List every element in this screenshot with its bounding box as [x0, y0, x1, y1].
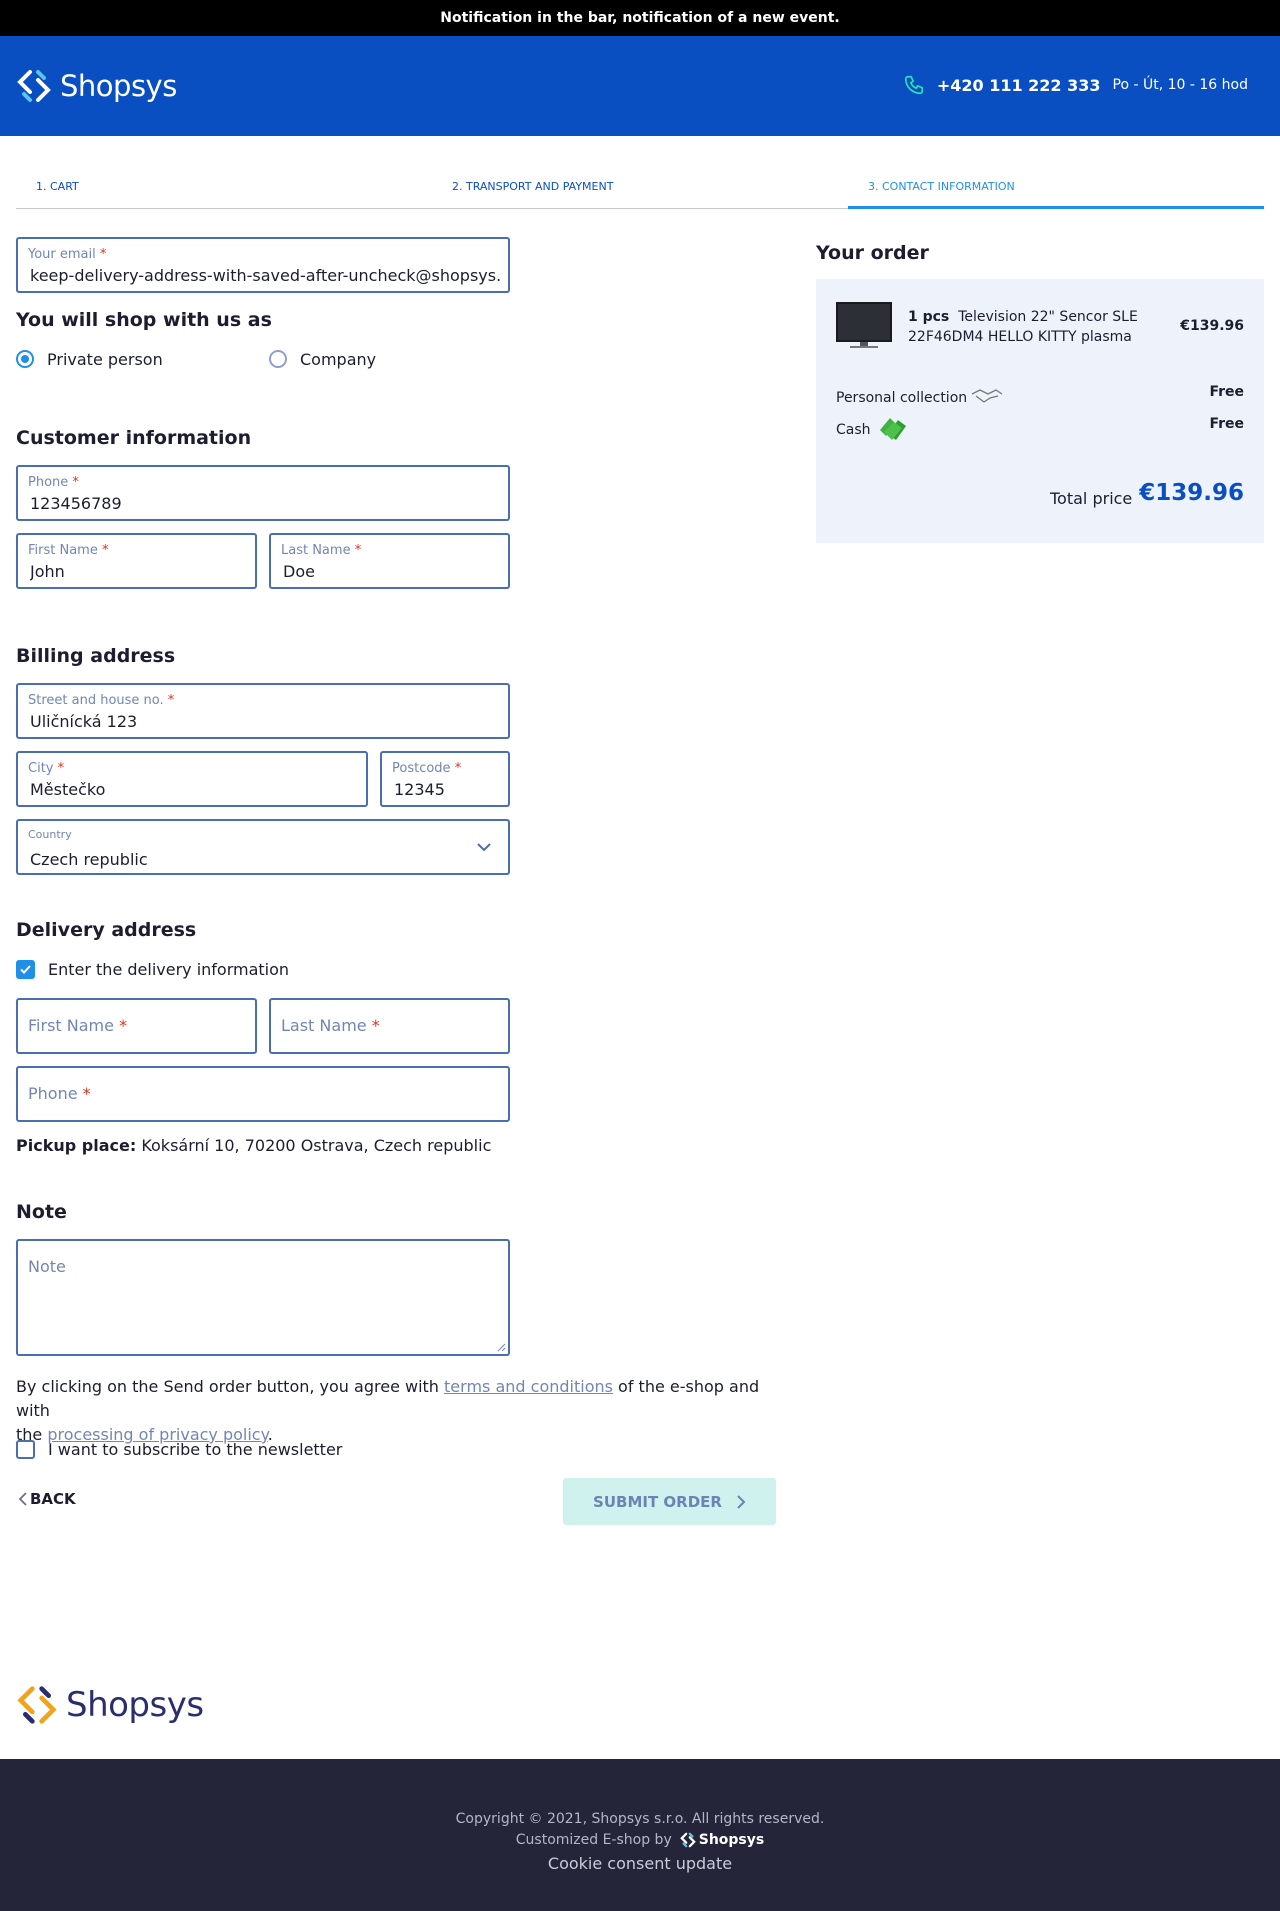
email-value: keep-delivery-address-with-saved-after-u…	[30, 266, 500, 285]
chevron-right-icon	[737, 1494, 746, 1509]
customized-by-text: Customized E-shop by	[515, 1832, 672, 1848]
step-cart[interactable]: 1. CART	[36, 180, 79, 193]
step-transport-payment[interactable]: 2. TRANSPORT AND PAYMENT	[452, 180, 613, 193]
street-field[interactable]: Street and house no. * Uličnícká 123	[16, 683, 510, 739]
city-value: Městečko	[30, 780, 106, 799]
submit-order-button[interactable]: SUBMIT ORDER	[563, 1478, 776, 1525]
chevron-down-icon	[477, 843, 491, 852]
shopsys-small-logo-icon	[679, 1832, 696, 1848]
newsletter-checkbox[interactable]	[16, 1440, 35, 1459]
radio-private-person-label[interactable]: Private person	[47, 350, 163, 369]
copyright-text: Copyright © 2021, Shopsys s.r.o. All rig…	[455, 1811, 825, 1827]
pickup-place-label: Pickup place:	[16, 1136, 137, 1155]
newsletter-label[interactable]: I want to subscribe to the newsletter	[48, 1440, 342, 1459]
note-title: Note	[16, 1201, 67, 1223]
delivery-info-checkbox[interactable]	[16, 960, 35, 979]
handshake-icon	[971, 389, 1003, 403]
city-field[interactable]: City * Městečko	[16, 751, 368, 807]
delivery-phone-placeholder: Phone *	[28, 1084, 91, 1103]
customized-by-brand[interactable]: Shopsys	[699, 1832, 764, 1848]
country-select[interactable]: Country Czech republic	[16, 819, 510, 875]
order-item-name-line2[interactable]: 22F46DM4 HELLO KITTY plasma	[908, 329, 1132, 345]
customer-information-title: Customer information	[16, 427, 252, 449]
your-order-title: Your order	[816, 242, 929, 264]
header-contact: +420 111 222 333 Po - Út, 10 - 16 hod	[903, 74, 1248, 96]
transport-price: Free	[1209, 384, 1244, 400]
last-name-label: Last Name *	[281, 543, 362, 558]
total-price-label: Total price	[1050, 489, 1133, 508]
postcode-label: Postcode *	[392, 761, 462, 776]
country-label: Country	[28, 828, 72, 841]
chevron-left-icon	[18, 1492, 27, 1506]
radio-company[interactable]	[269, 350, 287, 368]
first-name-value: John	[30, 562, 65, 581]
note-placeholder: Note	[28, 1257, 66, 1276]
customized-by: Customized E-shop by Shopsys	[0, 1832, 1280, 1848]
last-name-value: Doe	[283, 562, 315, 581]
country-value: Czech republic	[30, 850, 148, 869]
shopsys-logo-icon	[17, 1686, 57, 1724]
logo-text: Shopsys	[60, 69, 177, 103]
billing-address-title: Billing address	[16, 645, 176, 667]
delivery-info-checkbox-label[interactable]: Enter the delivery information	[48, 960, 289, 979]
back-label: BACK	[30, 1490, 76, 1508]
agreement-text: By clicking on the Send order button, yo…	[16, 1377, 760, 1444]
pickup-place-value: Koksární 10, 70200 Ostrava, Czech republ…	[141, 1136, 492, 1155]
cash-icon	[880, 418, 906, 440]
header-phone[interactable]: +420 111 222 333	[937, 76, 1101, 95]
active-step-indicator	[848, 206, 1264, 209]
delivery-phone-field[interactable]: Phone *	[16, 1066, 510, 1122]
television-product-image	[836, 302, 892, 348]
phone-label: Phone *	[28, 475, 79, 490]
step-contact-information: 3. CONTACT INFORMATION	[868, 180, 1015, 193]
terms-link[interactable]: terms and conditions	[444, 1377, 613, 1396]
delivery-last-name-field[interactable]: Last Name *	[269, 998, 510, 1054]
site-header: Shopsys +420 111 222 333 Po - Út, 10 - 1…	[0, 36, 1280, 136]
phone-field[interactable]: Phone * 123456789	[16, 465, 510, 521]
email-label: Your email *	[28, 247, 107, 262]
postcode-field[interactable]: Postcode * 12345	[380, 751, 510, 807]
logo[interactable]: Shopsys	[16, 68, 177, 104]
phone-icon	[904, 75, 923, 95]
payment-label: Cash	[836, 422, 871, 438]
city-label: City *	[28, 761, 65, 776]
radio-private-person[interactable]	[16, 350, 34, 368]
radio-company-label[interactable]: Company	[300, 350, 376, 369]
transport-label: Personal collection	[836, 390, 968, 406]
header-hours: Po - Út, 10 - 16 hod	[1112, 77, 1248, 93]
check-icon	[20, 965, 31, 974]
order-item-description: 1 pcs Television 22" Sencor SLE 22F46DM4…	[908, 307, 1148, 347]
cookie-consent-link[interactable]: Cookie consent update	[0, 1854, 1280, 1873]
notification-bar: Notification in the bar, notification of…	[0, 0, 1280, 36]
resize-handle-icon[interactable]	[496, 1342, 506, 1352]
first-name-field[interactable]: First Name * John	[16, 533, 257, 589]
delivery-address-title: Delivery address	[16, 919, 197, 941]
submit-order-label: SUBMIT ORDER	[593, 1492, 722, 1511]
postcode-value: 12345	[394, 780, 445, 799]
first-name-label: First Name *	[28, 543, 109, 558]
payment-price: Free	[1209, 416, 1244, 432]
pickup-place: Pickup place: Koksární 10, 70200 Ostrava…	[16, 1136, 491, 1155]
order-item-price: €139.96	[1180, 318, 1244, 334]
site-footer: Copyright © 2021, Shopsys s.r.o. All rig…	[0, 1759, 1280, 1911]
note-textarea[interactable]: Note	[16, 1239, 510, 1356]
footer-logo[interactable]: Shopsys	[16, 1684, 204, 1726]
phone-value: 123456789	[30, 494, 122, 513]
delivery-last-name-placeholder: Last Name *	[281, 1016, 380, 1035]
street-value: Uličnícká 123	[30, 712, 138, 731]
order-summary: 1 pcs Television 22" Sencor SLE 22F46DM4…	[816, 279, 1264, 543]
order-item-name-line1[interactable]: Television 22" Sencor SLE	[958, 309, 1138, 325]
shop-as-title: You will shop with us as	[16, 309, 272, 331]
total-price-value: €139.96	[1139, 480, 1244, 506]
street-label: Street and house no. *	[28, 693, 175, 708]
last-name-field[interactable]: Last Name * Doe	[269, 533, 510, 589]
checkout-steps: 1. CART 2. TRANSPORT AND PAYMENT 3. CONT…	[16, 172, 1264, 209]
email-field[interactable]: Your email * keep-delivery-address-with-…	[16, 237, 510, 293]
shopsys-logo-icon	[17, 70, 51, 102]
delivery-first-name-field[interactable]: First Name *	[16, 998, 257, 1054]
delivery-first-name-placeholder: First Name *	[28, 1016, 128, 1035]
back-button[interactable]: BACK	[16, 1490, 76, 1508]
order-item-qty: 1 pcs	[908, 309, 950, 325]
footer-logo-text: Shopsys	[66, 1685, 204, 1725]
